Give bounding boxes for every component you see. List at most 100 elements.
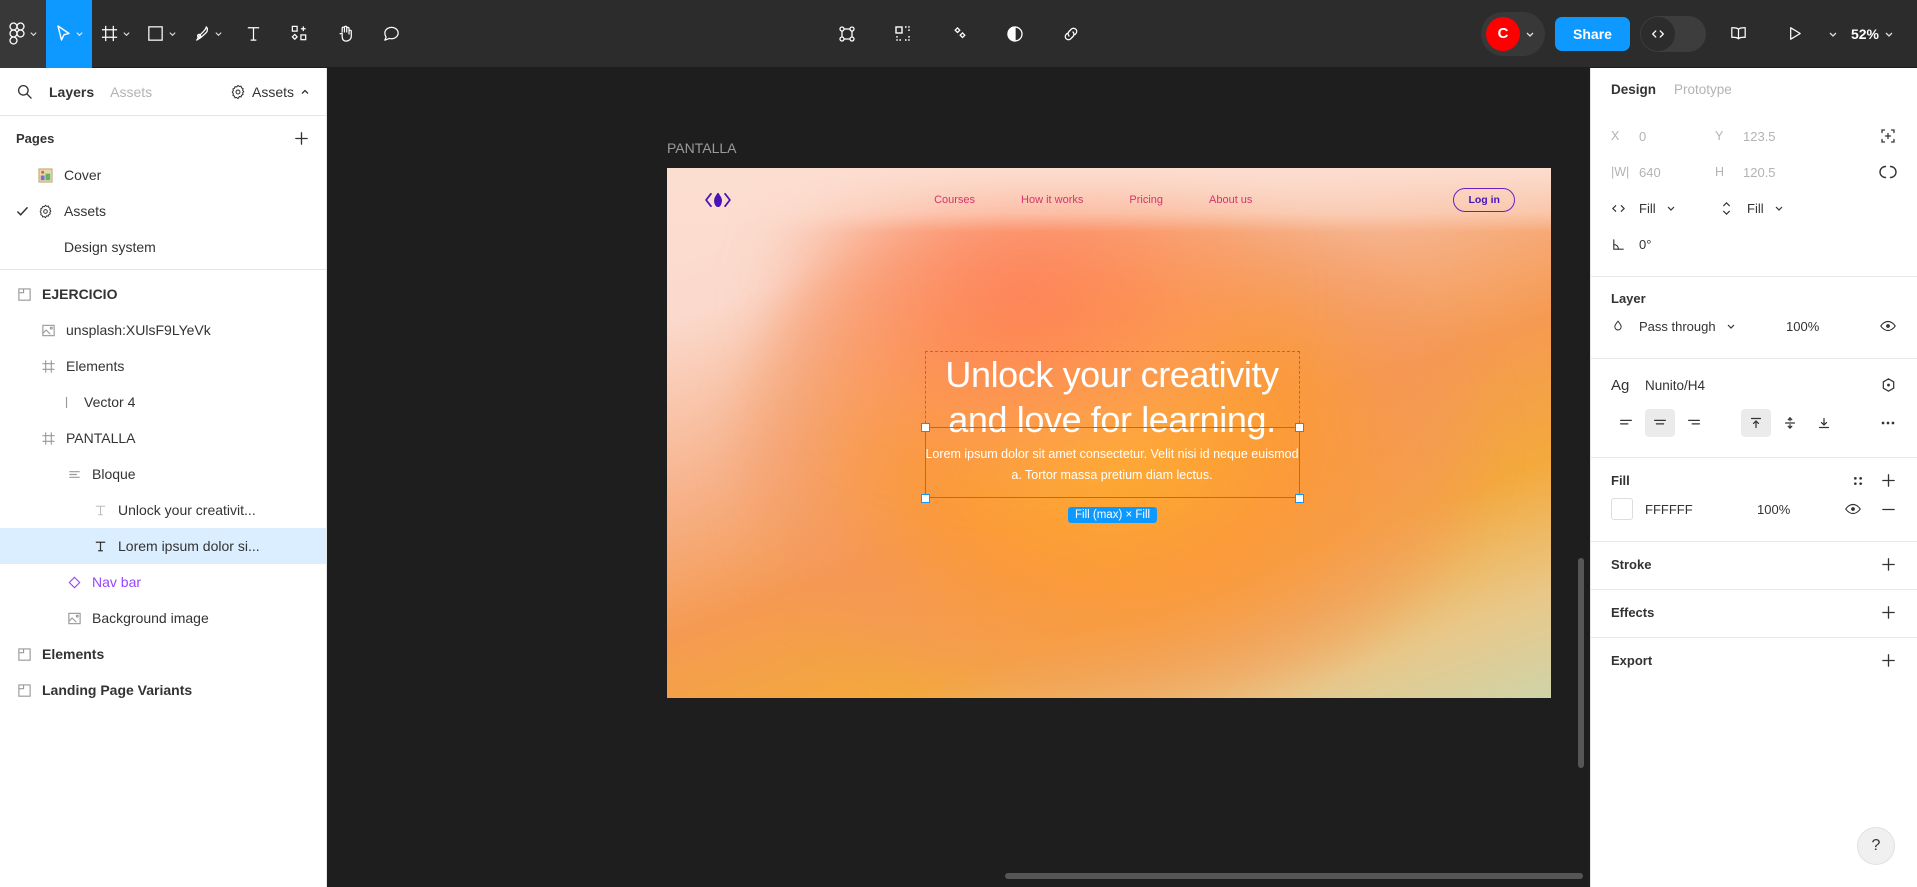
- tab-layers[interactable]: Layers: [49, 84, 94, 100]
- design-nav-bar[interactable]: Courses How it works Pricing About us Lo…: [667, 168, 1551, 232]
- layer-row[interactable]: PANTALLA: [0, 420, 326, 456]
- figma-logo-icon: [8, 22, 26, 45]
- link-icon[interactable]: [1048, 11, 1094, 57]
- width-field[interactable]: |W| 640: [1611, 165, 1715, 180]
- layer-row[interactable]: Unlock your creativit...: [0, 492, 326, 528]
- add-effect-button[interactable]: [1880, 604, 1897, 621]
- text-style-name[interactable]: Nunito/H4: [1645, 378, 1705, 393]
- frame-name-label[interactable]: PANTALLA: [667, 140, 737, 156]
- resize-handle-bottom-left[interactable]: [921, 494, 930, 503]
- layer-row[interactable]: Elements: [0, 636, 326, 672]
- component-grid-icon[interactable]: [880, 11, 926, 57]
- rotation-field[interactable]: 0°: [1611, 237, 1715, 252]
- layer-row[interactable]: Lorem ipsum dolor si...: [0, 528, 326, 564]
- layer-row[interactable]: Background image: [0, 600, 326, 636]
- resize-handle-top-left[interactable]: [921, 423, 930, 432]
- style-hexagon-icon[interactable]: [1880, 377, 1897, 394]
- layer-row[interactable]: Vector 4: [0, 384, 326, 420]
- page-item-assets[interactable]: Assets: [0, 193, 326, 229]
- search-icon[interactable]: [16, 83, 33, 100]
- x-field[interactable]: X 0: [1611, 129, 1715, 144]
- pen-tool-button[interactable]: [184, 0, 230, 68]
- fill-hex-value[interactable]: FFFFFF: [1645, 502, 1745, 517]
- layer-row[interactable]: Bloque: [0, 456, 326, 492]
- resize-handle-bottom-right[interactable]: [1295, 494, 1304, 503]
- eye-icon[interactable]: [1844, 500, 1862, 518]
- tab-prototype[interactable]: Prototype: [1674, 82, 1732, 97]
- canvas[interactable]: PANTALLA Courses How it works Pricing Ab…: [327, 68, 1590, 887]
- horizontal-scrollbar[interactable]: [1005, 873, 1583, 879]
- layer-row[interactable]: Elements: [0, 348, 326, 384]
- align-middle-button[interactable]: [1775, 409, 1805, 437]
- add-page-button[interactable]: [293, 130, 310, 147]
- tab-design[interactable]: Design: [1611, 82, 1656, 97]
- add-fill-button[interactable]: [1880, 472, 1897, 489]
- horizontal-resize-field[interactable]: Fill: [1611, 201, 1715, 216]
- nav-link-how-it-works[interactable]: How it works: [1021, 194, 1083, 206]
- remove-fill-button[interactable]: [1880, 501, 1897, 518]
- tab-assets[interactable]: Assets: [110, 84, 152, 100]
- align-bottom-button[interactable]: [1809, 409, 1839, 437]
- contrast-circle-icon[interactable]: [992, 11, 1038, 57]
- align-right-button[interactable]: [1679, 409, 1709, 437]
- fill-opacity-value[interactable]: 100%: [1757, 502, 1819, 517]
- layer-row[interactable]: EJERCICIO: [0, 276, 326, 312]
- book-icon[interactable]: [1716, 11, 1762, 57]
- chevron-down-icon: [75, 29, 84, 38]
- text-tool-button[interactable]: [230, 0, 276, 68]
- shape-tool-button[interactable]: [138, 0, 184, 68]
- style-dots-icon[interactable]: [1850, 473, 1866, 489]
- align-tool-icon[interactable]: [1879, 127, 1897, 145]
- login-button[interactable]: Log in: [1453, 188, 1515, 212]
- vertical-resize-field[interactable]: Fill: [1719, 201, 1823, 216]
- present-button[interactable]: [1772, 11, 1818, 57]
- chevron-down-icon: [29, 29, 38, 38]
- nav-link-courses[interactable]: Courses: [934, 194, 975, 206]
- height-field[interactable]: H 120.5: [1715, 165, 1819, 180]
- text-style-row: Ag Nunito/H4: [1611, 367, 1897, 403]
- page-item-cover[interactable]: Cover: [0, 157, 326, 193]
- nav-link-about-us[interactable]: About us: [1209, 194, 1252, 206]
- dev-mode-toggle[interactable]: [1639, 15, 1706, 52]
- move-tool-button[interactable]: [46, 0, 92, 68]
- fill-color-swatch[interactable]: [1611, 498, 1633, 520]
- add-stroke-button[interactable]: [1880, 556, 1897, 573]
- nav-link-pricing[interactable]: Pricing: [1129, 194, 1163, 206]
- artboard-pantalla[interactable]: Courses How it works Pricing About us Lo…: [667, 168, 1551, 698]
- hero-heading[interactable]: Unlock your creativity and love for lear…: [925, 353, 1299, 442]
- diamonds-icon[interactable]: [936, 11, 982, 57]
- corner-radius-icon[interactable]: [1879, 163, 1897, 181]
- help-button[interactable]: ?: [1857, 827, 1895, 865]
- share-button[interactable]: Share: [1555, 16, 1630, 51]
- instance-icon: [62, 575, 86, 590]
- page-item-design-system[interactable]: Design system: [0, 229, 326, 265]
- blend-mode-field[interactable]: Pass through: [1611, 319, 1786, 334]
- layer-label: Elements: [42, 646, 105, 662]
- user-avatar-group[interactable]: C: [1481, 11, 1546, 56]
- layer-row[interactable]: Nav bar: [0, 564, 326, 600]
- layer-opacity-value[interactable]: 100%: [1786, 319, 1848, 334]
- align-top-button[interactable]: [1741, 409, 1771, 437]
- frame-tool-button[interactable]: [92, 0, 138, 68]
- layer-row[interactable]: Landing Page Variants: [0, 672, 326, 708]
- actions-tool-button[interactable]: [276, 0, 322, 68]
- zoom-control[interactable]: 52%: [1847, 26, 1897, 42]
- y-field[interactable]: Y 123.5: [1715, 129, 1819, 144]
- chevron-down-icon[interactable]: [1828, 29, 1837, 38]
- resize-handle-top-right[interactable]: [1295, 423, 1304, 432]
- figma-menu-button[interactable]: [0, 0, 46, 68]
- hero-paragraph[interactable]: Lorem ipsum dolor sit amet consectetur. …: [925, 444, 1299, 485]
- hand-tool-button[interactable]: [322, 0, 368, 68]
- app-body: Layers Assets Assets Pages Cover Assets …: [0, 68, 1917, 887]
- layer-row[interactable]: unsplash:XUlsF9LYeVk: [0, 312, 326, 348]
- more-options-icon[interactable]: [1879, 414, 1897, 432]
- horizontal-resize-value: Fill: [1639, 200, 1656, 216]
- align-left-button[interactable]: [1611, 409, 1641, 437]
- add-export-button[interactable]: [1880, 652, 1897, 669]
- align-center-button[interactable]: [1645, 409, 1675, 437]
- comment-tool-button[interactable]: [368, 0, 414, 68]
- vertical-scrollbar[interactable]: [1578, 558, 1584, 768]
- file-page-dropdown[interactable]: Assets: [230, 84, 310, 100]
- eye-icon[interactable]: [1879, 317, 1897, 335]
- vector-node-icon[interactable]: [824, 11, 870, 57]
